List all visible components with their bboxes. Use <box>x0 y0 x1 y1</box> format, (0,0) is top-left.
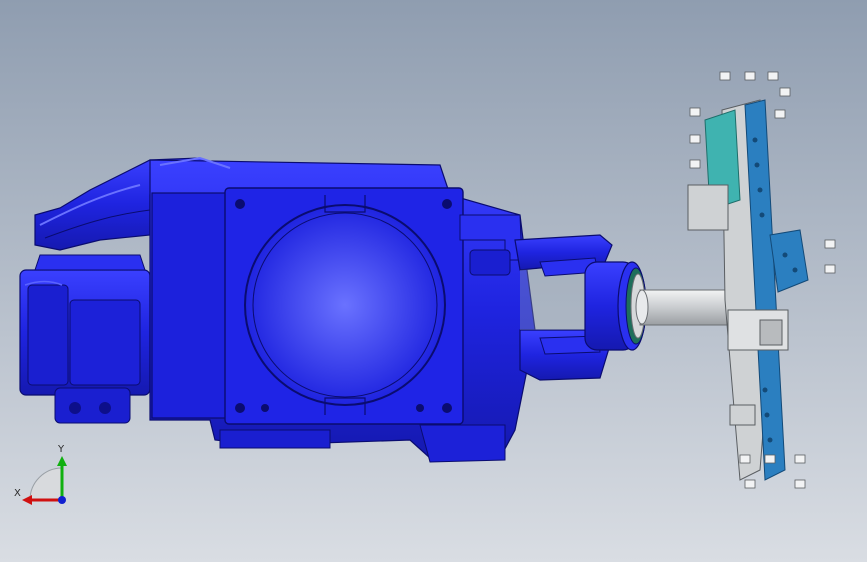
triad-y-label: Y <box>57 444 65 455</box>
triad-x-label: X <box>14 488 21 499</box>
triad-z-axis-dot <box>58 496 66 504</box>
tool-shaft[interactable] <box>635 289 731 326</box>
robot-main-gearbox[interactable] <box>149 156 536 463</box>
robot-model-scene[interactable]: X Y <box>0 0 867 562</box>
cad-3d-viewport[interactable]: X Y <box>0 0 867 562</box>
